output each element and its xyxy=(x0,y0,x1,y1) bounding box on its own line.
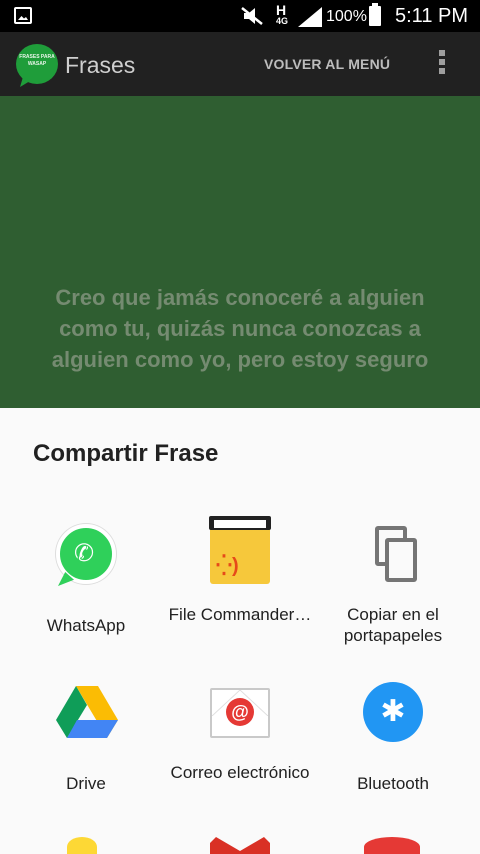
overflow-menu-icon[interactable] xyxy=(437,50,447,80)
share-option-peek-icon[interactable] xyxy=(364,837,420,854)
share-option-label: Copiar en el portapapeles xyxy=(343,605,443,645)
drive-icon xyxy=(56,682,118,742)
app-title: Frases xyxy=(65,52,136,78)
share-option-label: Drive xyxy=(66,774,106,793)
status-bar: H 4G 100% 5:11 PM xyxy=(0,0,480,32)
share-option-drive[interactable]: Drive xyxy=(6,682,166,832)
share-option-email[interactable]: @ Correo electrónico xyxy=(160,682,320,832)
back-to-menu-button[interactable]: VOLVER AL MENÚ xyxy=(264,56,390,72)
network-type: H 4G xyxy=(276,2,289,26)
gallery-icon xyxy=(14,7,32,24)
signal-icon xyxy=(298,7,322,27)
share-sheet-title: Compartir Frase xyxy=(33,440,219,467)
quote-text: Creo que jamás conoceré a alguien como t… xyxy=(51,285,429,372)
share-option-bluetooth[interactable]: ✱ Bluetooth xyxy=(313,682,473,832)
file-commander-icon: ⁛) xyxy=(209,516,271,584)
bluetooth-icon: ✱ xyxy=(363,682,423,742)
share-option-copy[interactable]: Copiar en el portapapeles xyxy=(313,524,473,674)
clock: 5:11 PM xyxy=(395,5,468,27)
share-option-label: Bluetooth xyxy=(357,774,429,793)
whatsapp-icon: ✆ xyxy=(56,524,116,584)
share-sheet: Compartir Frase ✆ WhatsApp ⁛) File Comma… xyxy=(0,408,480,854)
share-option-file-commander[interactable]: ⁛) File Commander… xyxy=(160,516,320,674)
email-icon: @ xyxy=(210,688,270,738)
share-option-label: Correo electrónico xyxy=(170,763,310,782)
app-logo: FRASES PARA WASAP xyxy=(16,44,58,84)
share-option-label: WhatsApp xyxy=(46,616,126,635)
gmail-icon[interactable] xyxy=(210,837,270,854)
share-option-label: File Commander… xyxy=(168,605,312,624)
copy-icon xyxy=(363,524,423,584)
mute-icon xyxy=(241,7,263,25)
battery-icon xyxy=(369,3,381,26)
share-option-peek-icon[interactable] xyxy=(67,837,97,854)
share-option-whatsapp[interactable]: ✆ WhatsApp xyxy=(6,524,166,674)
battery-percent: 100% xyxy=(326,8,367,25)
app-bar: FRASES PARA WASAP Frases VOLVER AL MENÚ xyxy=(0,32,480,96)
quote-area: Creo que jamás conoceré a alguien como t… xyxy=(0,96,480,416)
